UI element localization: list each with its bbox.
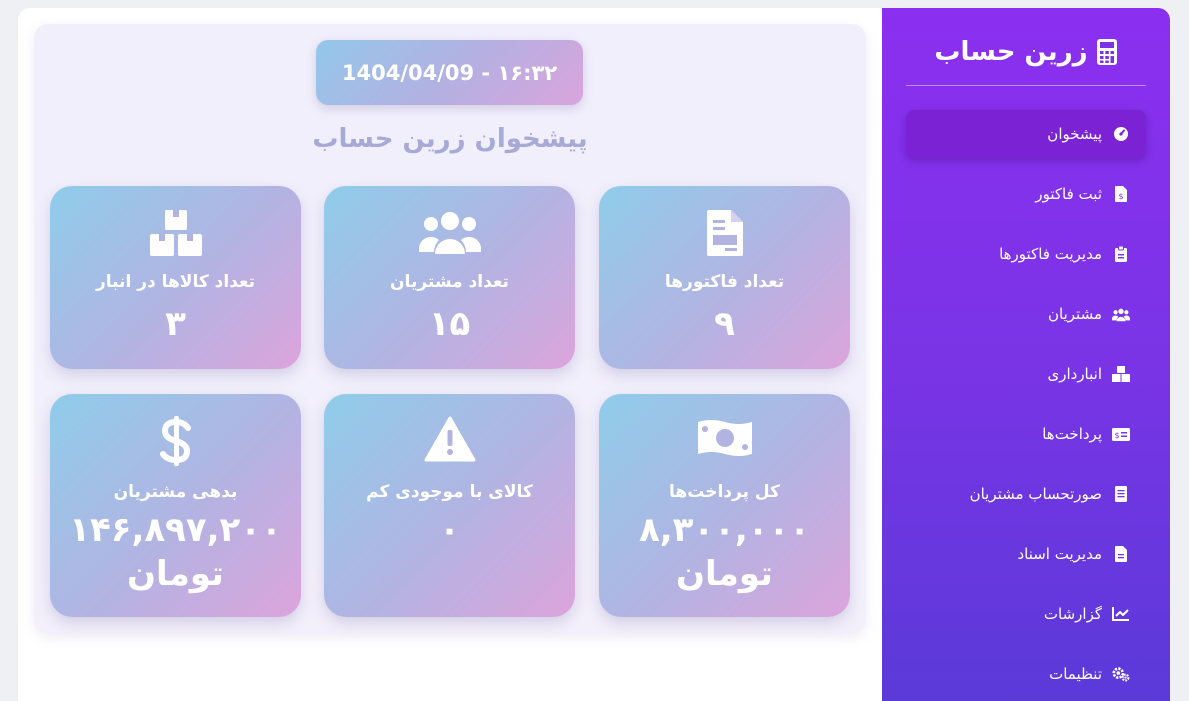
brand[interactable]: زرین حساب xyxy=(882,32,1170,72)
money-bill-icon xyxy=(599,416,850,460)
sidebar-item-label: تنظیمات xyxy=(1049,665,1102,683)
stat-value: ۹ xyxy=(714,304,735,344)
sidebar-item-settings[interactable]: تنظیمات xyxy=(906,650,1146,698)
sidebar-divider xyxy=(906,85,1146,86)
clipboard-icon xyxy=(1112,245,1130,263)
calculator-icon xyxy=(1096,38,1118,66)
sidebar-item-label: انبارداری xyxy=(1047,365,1102,383)
sidebar-item-reports[interactable]: گزارشات xyxy=(906,590,1146,638)
boxes-icon xyxy=(50,208,301,258)
sidebar-item-label: مدیریت فاکتورها xyxy=(999,245,1102,263)
sidebar-item-label: پیشخوان xyxy=(1047,125,1102,143)
document-icon xyxy=(1112,485,1130,503)
sidebar-item-label: مشتریان xyxy=(1048,305,1102,323)
svg-text:$: $ xyxy=(1114,431,1119,440)
warning-triangle-icon xyxy=(324,416,575,462)
sidebar-item-label: پرداخت‌ها xyxy=(1042,425,1102,443)
stat-card-customers[interactable]: تعداد مشتریان ۱۵ xyxy=(324,186,575,369)
stat-label: تعداد مشتریان xyxy=(390,272,509,292)
stat-card-invoices[interactable]: تعداد فاکتورها ۹ xyxy=(599,186,850,369)
stat-value: ۱۴۶,۸۹۷,۲۰۰ تومان xyxy=(50,508,301,596)
invoice-file-icon: $ xyxy=(1112,185,1130,203)
sidebar-item-label: گزارشات xyxy=(1043,605,1102,623)
stat-card-payments[interactable]: کل پرداخت‌ها ۸,۳۰۰,۰۰۰ تومان xyxy=(599,394,850,617)
stat-value: ۸,۳۰۰,۰۰۰ تومان xyxy=(599,508,850,596)
sidebar-item-customer-statements[interactable]: صورتحساب مشتریان xyxy=(906,470,1146,518)
stat-card-low-stock[interactable]: کالای با موجودی کم ۰ xyxy=(324,394,575,617)
dollar-sign-icon xyxy=(50,416,301,466)
stat-label: تعداد کالاها در انبار xyxy=(95,272,256,292)
stat-amount: ۸,۳۰۰,۰۰۰ xyxy=(638,510,811,550)
dashboard-gauge-icon xyxy=(1112,125,1130,143)
stat-unit: تومان xyxy=(127,554,224,594)
sidebar-item-new-invoice[interactable]: $ ثبت فاکتور xyxy=(906,170,1146,218)
users-icon xyxy=(1112,305,1130,323)
boxes-icon xyxy=(1112,365,1130,383)
invoice-file-icon xyxy=(599,208,850,258)
brand-name: زرین حساب xyxy=(934,37,1088,67)
stat-unit: تومان xyxy=(676,554,773,594)
sidebar-item-manage-invoices[interactable]: مدیریت فاکتورها xyxy=(906,230,1146,278)
stat-value: ۳ xyxy=(165,304,186,344)
sidebar-item-dashboard[interactable]: پیشخوان xyxy=(906,110,1146,158)
stat-label: کل پرداخت‌ها xyxy=(669,482,780,502)
stat-label: کالای با موجودی کم xyxy=(366,482,533,502)
stat-label: تعداد فاکتورها xyxy=(664,272,785,292)
sidebar-item-payments[interactable]: $ پرداخت‌ها xyxy=(906,410,1146,458)
gears-icon xyxy=(1112,665,1130,683)
chart-line-icon xyxy=(1112,605,1130,623)
datetime-badge: 1404/04/09 - ۱۶:۳۲ xyxy=(316,40,583,105)
sidebar-item-label: مدیریت اسناد xyxy=(1017,545,1102,563)
sidebar-item-inventory[interactable]: انبارداری xyxy=(906,350,1146,398)
page-title: پیشخوان زرین حساب xyxy=(312,124,588,154)
svg-text:$: $ xyxy=(1118,192,1123,201)
stat-label: بدهی مشتریان xyxy=(113,482,238,502)
sidebar: زرین حساب پیشخوان $ ثبت فاکتور مدیریت فا… xyxy=(882,8,1170,701)
stat-amount: ۱۴۶,۸۹۷,۲۰۰ xyxy=(69,510,282,550)
sidebar-item-documents[interactable]: مدیریت اسناد xyxy=(906,530,1146,578)
users-icon xyxy=(324,208,575,256)
sidebar-item-customers[interactable]: مشتریان xyxy=(906,290,1146,338)
stat-card-debt[interactable]: بدهی مشتریان ۱۴۶,۸۹۷,۲۰۰ تومان xyxy=(50,394,301,617)
sidebar-item-label: صورتحساب مشتریان xyxy=(969,485,1102,503)
money-card-icon: $ xyxy=(1112,425,1130,443)
stat-value: ۰ xyxy=(439,510,460,550)
sidebar-item-label: ثبت فاکتور xyxy=(1035,185,1102,203)
file-text-icon xyxy=(1112,545,1130,563)
stat-card-products[interactable]: تعداد کالاها در انبار ۳ xyxy=(50,186,301,369)
stat-value: ۱۵ xyxy=(428,304,471,344)
